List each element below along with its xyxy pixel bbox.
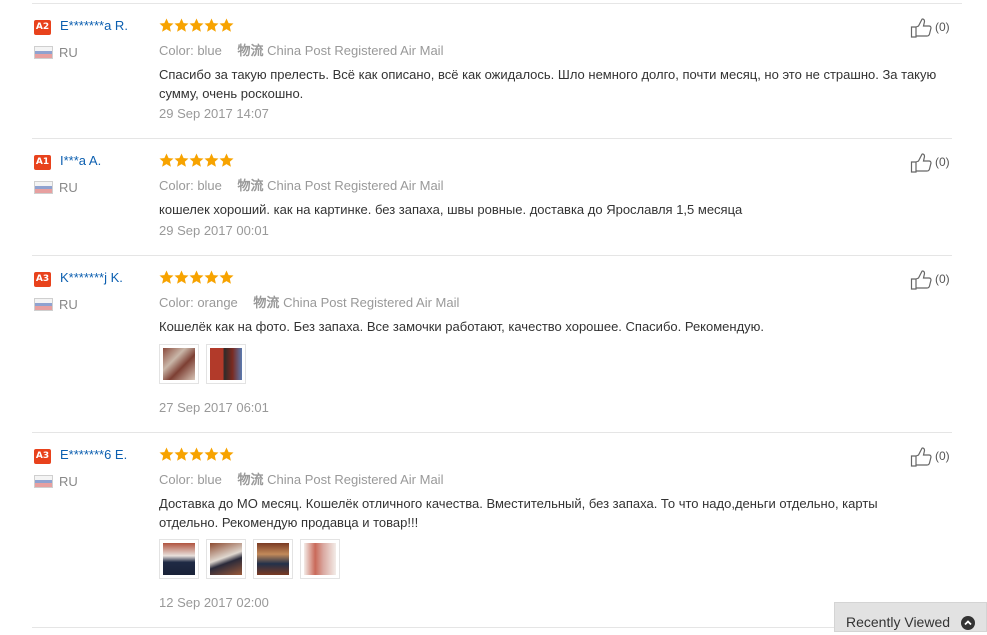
review-photo-thumbnail[interactable]	[300, 539, 340, 579]
logistics-value: China Post Registered Air Mail	[267, 43, 444, 58]
russia-flag-icon	[34, 46, 53, 59]
review-item: A3 E*******6 E. RU Color: blue 物流 China …	[32, 433, 952, 628]
review-text: Кошелёк как на фото. Без запаха. Все зам…	[159, 319, 765, 334]
recently-viewed-tab[interactable]: Recently Viewed	[834, 602, 987, 632]
helpful-count: (0)	[935, 155, 950, 169]
helpful-count: (0)	[935, 20, 950, 34]
logistics-label: 物流	[237, 472, 264, 487]
color-value: blue	[197, 43, 222, 58]
thumbs-up-icon	[910, 153, 932, 173]
buyer-country: RU	[59, 474, 78, 489]
buyer-country: RU	[59, 180, 78, 195]
russia-flag-icon	[34, 475, 53, 488]
star-rating	[159, 153, 235, 168]
buyer-level-badge: A2	[34, 20, 51, 35]
review-meta: Color: blue 物流 China Post Registered Air…	[159, 469, 443, 488]
review-photo-thumbnail[interactable]	[159, 344, 199, 384]
buyer-country: RU	[59, 45, 78, 60]
logistics-value: China Post Registered Air Mail	[267, 472, 444, 487]
russia-flag-icon	[34, 298, 53, 311]
color-label: Color:	[159, 178, 194, 193]
review-text: кошелек хороший. как на картинке. без за…	[159, 202, 743, 217]
thumbs-up-icon	[910, 18, 932, 38]
review-date: 12 Sep 2017 02:00	[159, 595, 269, 610]
review-text: Доставка до МО месяц. Кошелёк отличного …	[159, 496, 878, 530]
star-rating	[159, 270, 235, 285]
thumbs-up-icon	[910, 447, 932, 467]
buyer-name[interactable]: E*******6 E.	[60, 447, 127, 462]
review-date: 29 Sep 2017 14:07	[159, 106, 269, 121]
logistics-value: China Post Registered Air Mail	[267, 178, 444, 193]
review-meta: Color: blue 物流 China Post Registered Air…	[159, 40, 443, 59]
review-item: A1 I***a A. RU Color: blue 物流 China Post…	[32, 139, 952, 256]
review-text: Спасибо за такую прелесть. Всё как описа…	[159, 67, 937, 101]
review-photo-thumbnail[interactable]	[206, 344, 246, 384]
color-label: Color:	[159, 295, 194, 310]
color-value: blue	[197, 178, 222, 193]
buyer-name[interactable]: E*******a R.	[60, 18, 128, 33]
russia-flag-icon	[34, 181, 53, 194]
thumbs-up-icon	[910, 270, 932, 290]
color-value: blue	[197, 472, 222, 487]
review-date: 27 Sep 2017 06:01	[159, 400, 269, 415]
buyer-name[interactable]: I***a A.	[60, 153, 101, 168]
review-item: A3 K*******j K. RU Color: orange 物流 Chin…	[32, 256, 952, 433]
logistics-label: 物流	[237, 178, 264, 193]
buyer-level-badge: A3	[34, 272, 51, 287]
color-label: Color:	[159, 43, 194, 58]
color-value: orange	[197, 295, 238, 310]
logistics-value: China Post Registered Air Mail	[283, 295, 460, 310]
buyer-country: RU	[59, 297, 78, 312]
star-rating	[159, 18, 235, 33]
review-meta: Color: orange 物流 China Post Registered A…	[159, 292, 459, 311]
helpful-count: (0)	[935, 449, 950, 463]
logistics-label: 物流	[237, 43, 264, 58]
review-meta: Color: blue 物流 China Post Registered Air…	[159, 175, 443, 194]
logistics-label: 物流	[253, 295, 280, 310]
review-date: 29 Sep 2017 00:01	[159, 223, 269, 238]
buyer-level-badge: A3	[34, 449, 51, 464]
chevron-up-icon	[961, 616, 975, 630]
helpful-count: (0)	[935, 272, 950, 286]
color-label: Color:	[159, 472, 194, 487]
star-rating	[159, 447, 235, 462]
buyer-name[interactable]: K*******j K.	[60, 270, 123, 285]
review-photo-thumbnail[interactable]	[206, 539, 246, 579]
buyer-level-badge: A1	[34, 155, 51, 170]
review-photo-thumbnail[interactable]	[159, 539, 199, 579]
recently-viewed-label: Recently Viewed	[846, 614, 951, 630]
review-item: A2 E*******a R. RU Color: blue 物流 China …	[32, 4, 952, 139]
review-photo-thumbnail[interactable]	[253, 539, 293, 579]
